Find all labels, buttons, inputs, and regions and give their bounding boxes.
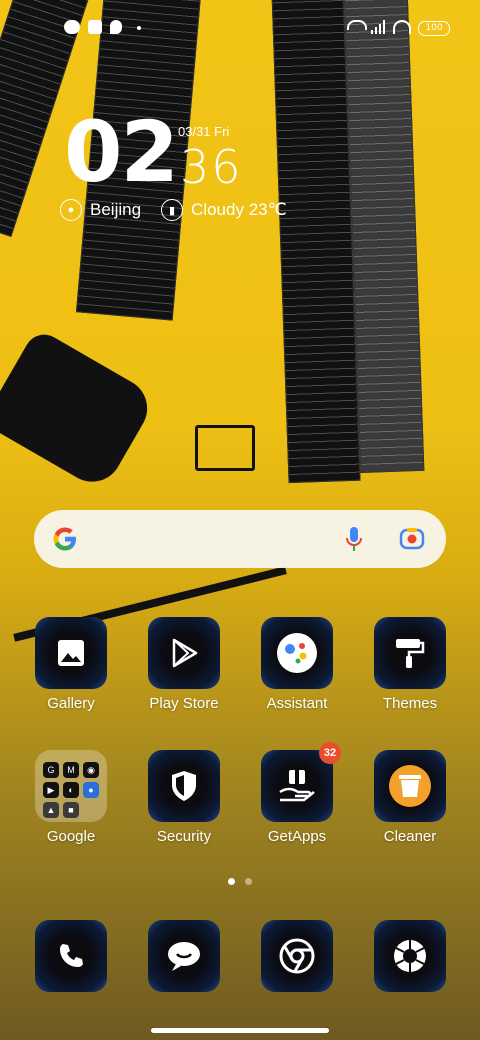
duo-mini-icon: ●: [83, 782, 99, 798]
getapps-icon: 32: [261, 742, 341, 822]
wifi-icon: [393, 20, 411, 34]
page-dot-current: [228, 878, 235, 885]
app-label: Themes: [382, 695, 438, 712]
notification-badge: 32: [319, 742, 341, 764]
play-store-icon: [148, 617, 220, 689]
weather-row[interactable]: ● Beijing ▮ Cloudy 23℃: [60, 199, 287, 221]
app-label: Play Store: [149, 695, 219, 712]
app-label: Assistant: [266, 695, 328, 712]
app-getapps[interactable]: 32 GetApps: [247, 742, 347, 845]
folder-icon: G M ◉ ▶ ◐ ● ▲ ■: [35, 750, 107, 822]
weather-condition: Cloudy 23℃: [191, 200, 287, 219]
app-gallery[interactable]: Gallery: [21, 617, 121, 712]
location-icon: [110, 20, 122, 34]
clock-date: 03/31 Fri: [178, 124, 230, 139]
wallpaper-binder-clip: [195, 425, 255, 471]
clock-minutes[interactable]: 36: [180, 142, 243, 192]
app-label: Cleaner: [383, 828, 437, 845]
assistant-icon: [261, 617, 333, 689]
app-label: Gallery: [47, 695, 95, 712]
youtube-mini-icon: ▶: [43, 782, 59, 798]
status-bar: 100: [0, 0, 480, 56]
app-label: Security: [156, 828, 212, 845]
google-search-bar[interactable]: [34, 510, 446, 568]
thermometer-icon: ▮: [161, 199, 184, 221]
weather-location: Beijing: [90, 200, 142, 219]
signal-icon: [371, 20, 387, 34]
app-assistant[interactable]: Assistant: [247, 617, 347, 712]
hotspot-icon: [347, 20, 367, 30]
chrome-icon: [261, 920, 333, 992]
google-mini-icon: G: [43, 762, 59, 778]
trash-icon: [374, 750, 446, 822]
app-security[interactable]: Security: [134, 750, 234, 845]
battery-indicator: 100: [418, 21, 450, 36]
dock-camera[interactable]: [360, 920, 460, 992]
mic-icon[interactable]: [344, 525, 364, 555]
wallpaper-clip: [0, 327, 159, 493]
photos-mini-icon: ▲: [43, 802, 59, 818]
maps-mini-icon: ◉: [83, 762, 99, 778]
gmail-mini-icon: M: [63, 762, 79, 778]
location-pin-icon: ●: [60, 199, 82, 221]
messages-icon: [148, 920, 220, 992]
clock-hours[interactable]: 02: [64, 110, 179, 194]
shield-icon: [148, 750, 220, 822]
page-dot: [245, 878, 252, 885]
app-themes[interactable]: Themes: [360, 617, 460, 712]
gesture-navigation-bar[interactable]: [151, 1028, 329, 1033]
lens-icon[interactable]: [399, 526, 425, 552]
dock-chrome[interactable]: [247, 920, 347, 992]
app-cleaner[interactable]: Cleaner: [360, 750, 460, 845]
camera-icon: [374, 920, 446, 992]
google-g-icon: [50, 524, 80, 554]
page-indicator[interactable]: [228, 878, 252, 885]
app-play-store[interactable]: Play Store: [134, 617, 234, 712]
dock-phone[interactable]: [21, 920, 121, 992]
app-folder-google[interactable]: G M ◉ ▶ ◐ ● ▲ ■ Google: [21, 750, 121, 845]
gallery-icon: [35, 617, 107, 689]
files-mini-icon: ■: [63, 802, 79, 818]
app-label: GetApps: [267, 828, 327, 845]
drive-mini-icon: ◐: [63, 782, 79, 798]
app-label: Google: [46, 828, 96, 845]
paint-roller-icon: [374, 617, 446, 689]
notification-icon: [64, 20, 80, 34]
dock-messages[interactable]: [134, 920, 234, 992]
phone-icon: [35, 920, 107, 992]
app-notification-icon: [88, 20, 102, 34]
more-notifications-icon: [137, 26, 141, 30]
